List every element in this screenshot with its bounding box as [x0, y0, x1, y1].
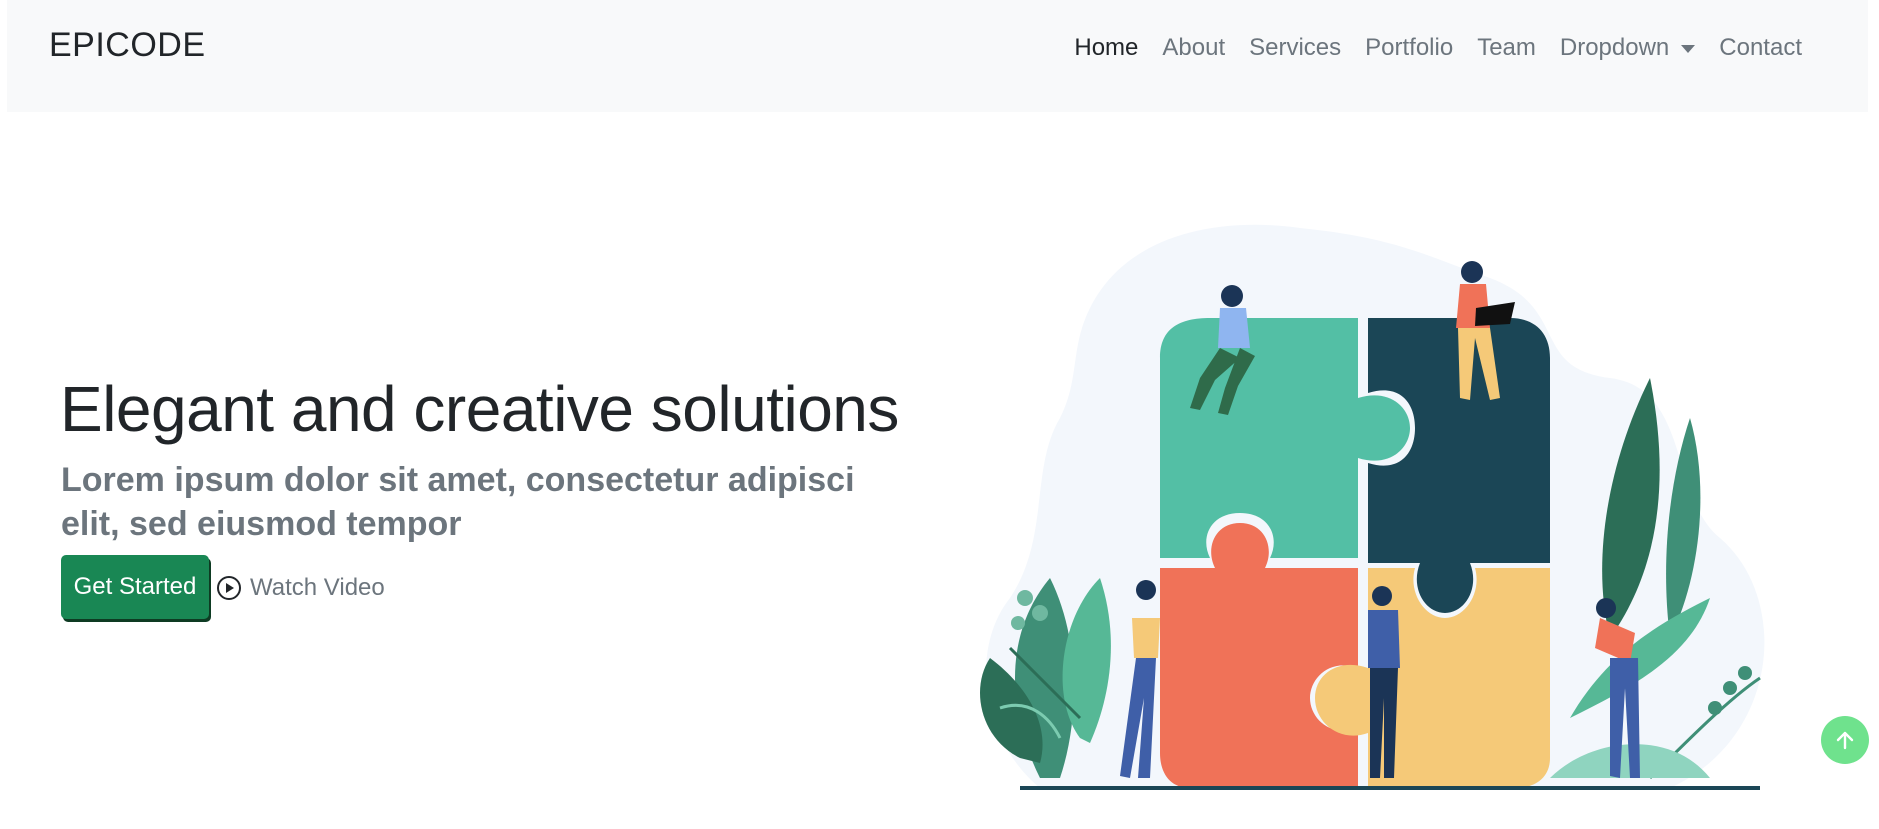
nav-item-team[interactable]: Team: [1465, 34, 1548, 62]
nav-item-portfolio[interactable]: Portfolio: [1353, 34, 1465, 62]
get-started-button[interactable]: Get Started: [61, 555, 209, 619]
nav-item-label: Services: [1249, 34, 1342, 61]
nav-item-home[interactable]: Home: [1062, 34, 1150, 62]
nav-item-dropdown[interactable]: Dropdown: [1548, 34, 1707, 62]
nav-menu: Home About Services Portfolio Team Dropd…: [1062, 34, 1814, 62]
nav-item-label: Portfolio: [1365, 34, 1454, 61]
nav-item-label: Team: [1477, 34, 1536, 61]
puzzle-team-illustration: [980, 224, 1765, 790]
brand-logo[interactable]: EPICODE: [49, 26, 206, 65]
caret-down-icon: [1681, 45, 1696, 53]
nav-item-label: About: [1162, 34, 1226, 61]
play-circle-icon: [217, 576, 241, 600]
arrow-up-icon: [1836, 731, 1854, 750]
nav-item-services[interactable]: Services: [1237, 34, 1353, 62]
watch-video-link[interactable]: Watch Video: [216, 574, 385, 602]
nav-item-contact[interactable]: Contact: [1707, 34, 1814, 62]
nav-item-label: Contact: [1719, 34, 1802, 61]
watch-video-label: Watch Video: [250, 574, 385, 601]
hero-title: Elegant and creative solutions: [60, 373, 899, 445]
back-to-top-button[interactable]: [1821, 716, 1869, 764]
nav-item-label: Dropdown: [1559, 34, 1670, 61]
nav-item-about[interactable]: About: [1150, 34, 1237, 62]
hero-subtitle: Lorem ipsum dolor sit amet, consectetur …: [61, 461, 855, 543]
nav-item-label: Home: [1074, 34, 1139, 61]
navbar: EPICODE Home About Services Portfolio Te…: [7, 0, 1868, 112]
